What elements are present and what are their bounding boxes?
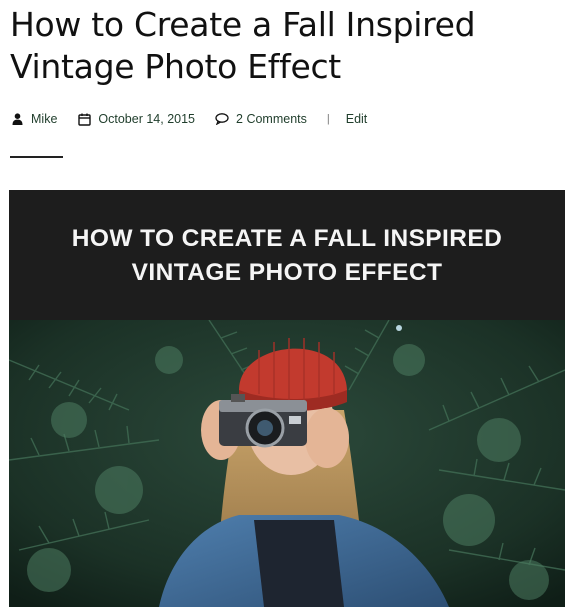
- comments-meta: 2 Comments: [215, 112, 307, 126]
- post-title: How to Create a Fall Inspired Vintage Ph…: [10, 5, 476, 86]
- comments-link[interactable]: 2 Comments: [236, 112, 307, 126]
- date-meta: October 14, 2015: [77, 112, 195, 126]
- edit-link[interactable]: Edit: [346, 112, 368, 126]
- title-divider: [10, 156, 63, 158]
- calendar-icon: [77, 112, 91, 126]
- post-meta: Mike October 14, 2015 2 Comments | Edit: [10, 110, 367, 128]
- featured-image[interactable]: HOW TO CREATE A FALL INSPIRED VINTAGE PH…: [9, 190, 565, 607]
- featured-photo: [9, 320, 565, 607]
- comment-icon: [215, 112, 229, 126]
- banner-text: HOW TO CREATE A FALL INSPIRED VINTAGE PH…: [71, 225, 503, 286]
- author-meta: Mike: [10, 112, 57, 126]
- featured-image-banner: HOW TO CREATE A FALL INSPIRED VINTAGE PH…: [9, 190, 565, 320]
- meta-separator: |: [326, 113, 330, 125]
- date-link[interactable]: October 14, 2015: [98, 112, 195, 126]
- author-link[interactable]: Mike: [31, 112, 57, 126]
- user-icon: [10, 112, 24, 126]
